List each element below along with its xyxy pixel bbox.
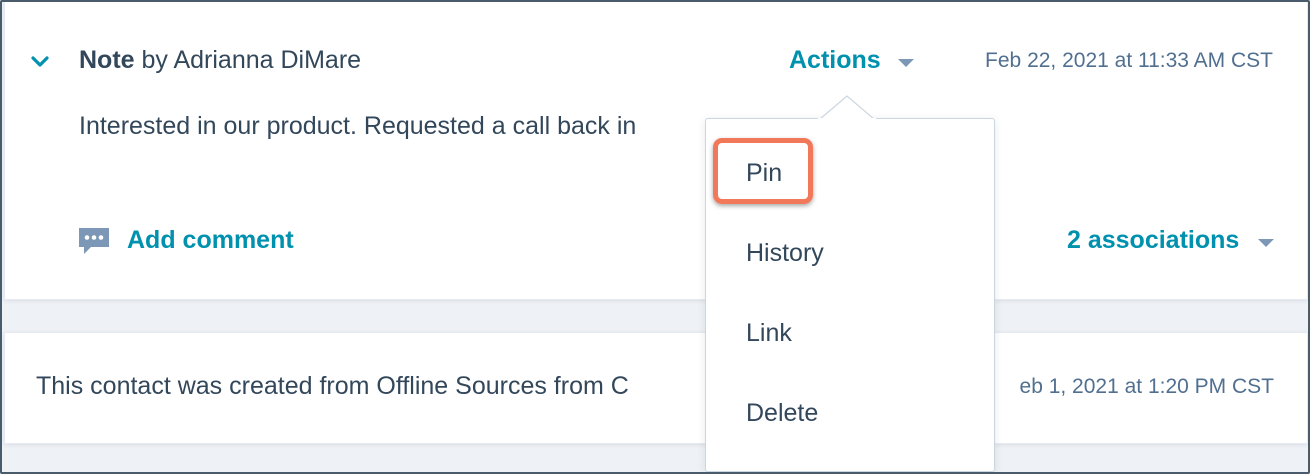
menu-pointer-arrow: [818, 95, 876, 120]
timeline-frame: Note by Adrianna DiMare Actions Feb 22, …: [0, 0, 1310, 474]
note-author: by Adrianna DiMare: [134, 46, 362, 74]
actions-dropdown-button[interactable]: Actions: [789, 46, 881, 75]
associations-dropdown[interactable]: 2 associations: [1067, 226, 1239, 255]
note-type-label: Note: [79, 46, 135, 74]
created-activity-text: This contact was created from Offline So…: [36, 372, 629, 400]
created-activity-timestamp: eb 1, 2021 at 1:20 PM CST: [1019, 375, 1274, 398]
note-title: Note by Adrianna DiMare: [79, 46, 361, 75]
caret-down-icon[interactable]: [897, 58, 915, 68]
note-card: Note by Adrianna DiMare Actions Feb 22, …: [4, 2, 1308, 300]
menu-item-history[interactable]: History: [746, 239, 824, 268]
note-body: Interested in our product. Requested a c…: [79, 112, 637, 140]
actions-menu: Pin History Link Delete: [705, 118, 995, 472]
comment-icon[interactable]: [77, 226, 111, 256]
caret-down-icon[interactable]: [1257, 238, 1275, 248]
note-timestamp: Feb 22, 2021 at 11:33 AM CST: [985, 49, 1273, 72]
menu-item-delete[interactable]: Delete: [746, 399, 818, 428]
add-comment-button[interactable]: Add comment: [127, 226, 294, 255]
menu-item-link[interactable]: Link: [746, 319, 792, 348]
chevron-down-icon[interactable]: [29, 54, 51, 70]
menu-item-pin[interactable]: Pin: [746, 159, 782, 188]
